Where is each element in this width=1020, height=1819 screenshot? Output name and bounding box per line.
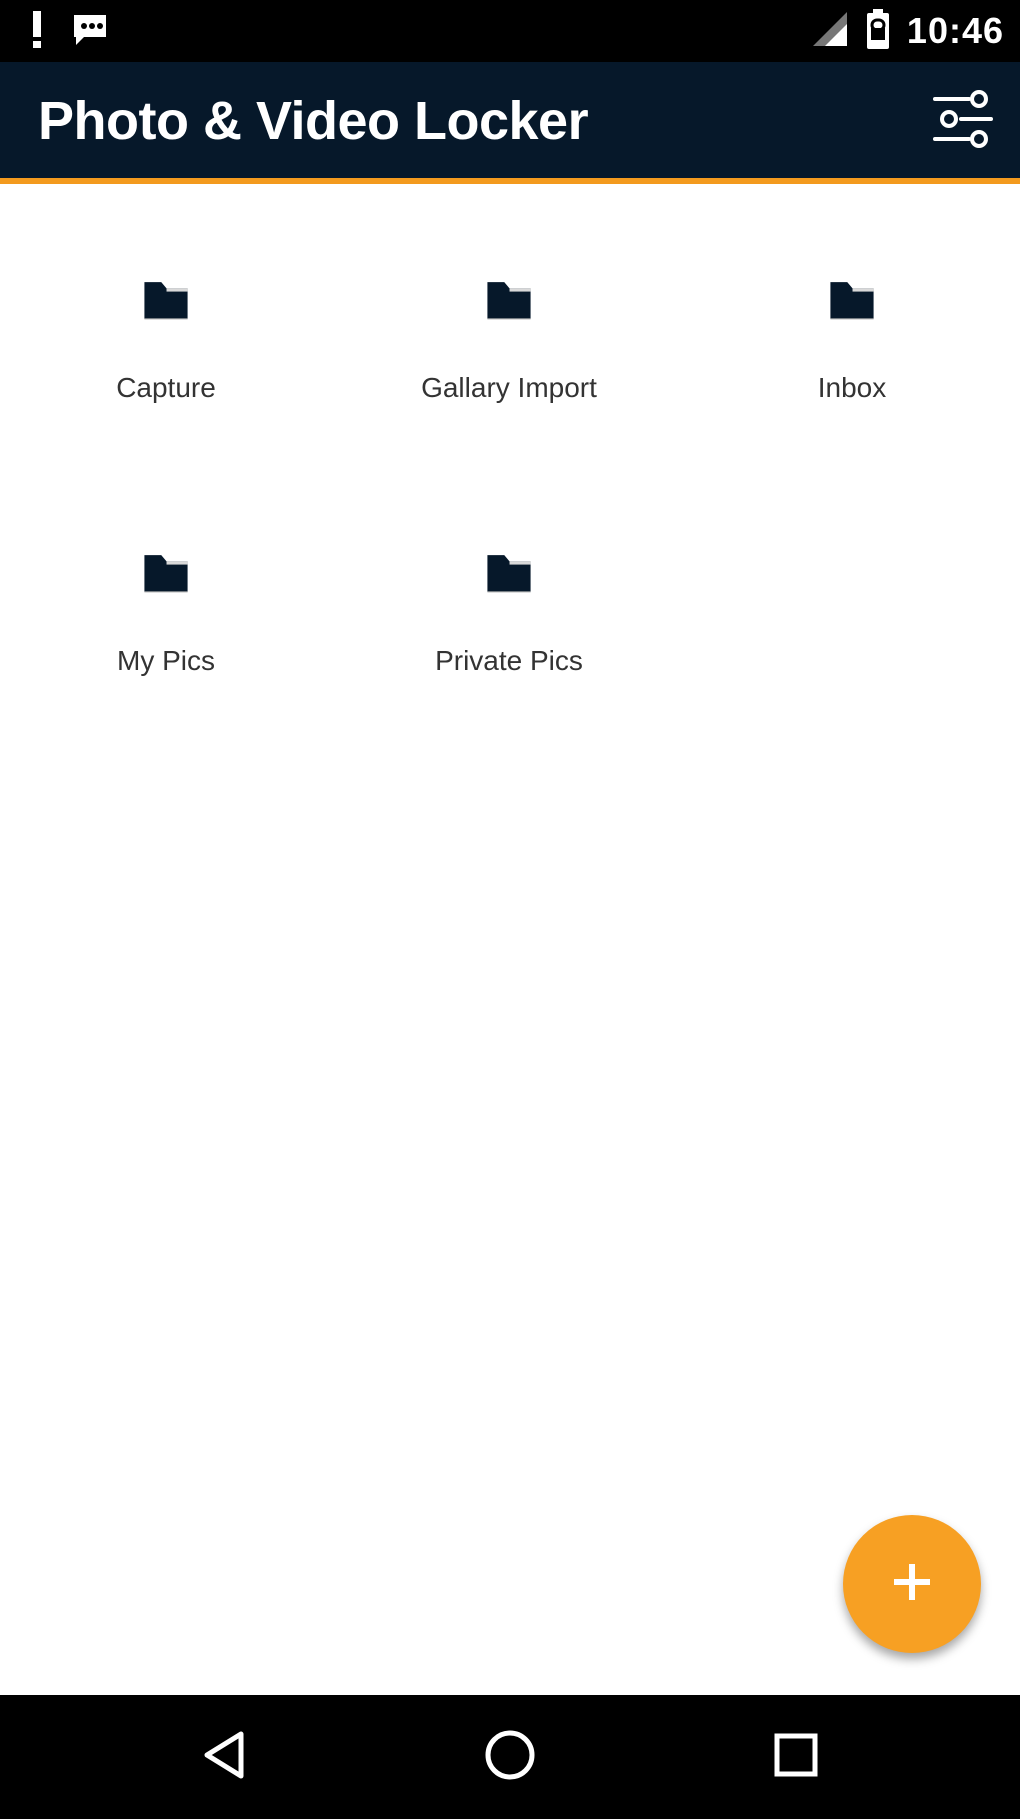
folder-my-pics[interactable]: My Pics [16, 457, 316, 677]
recents-button[interactable] [756, 1717, 836, 1797]
plus-icon [890, 1560, 934, 1609]
status-right-icons: 10:46 [811, 8, 1004, 54]
status-left-icons [30, 8, 110, 54]
folder-label: Gallary Import [421, 372, 597, 403]
chat-icon [70, 9, 110, 54]
folder-label: My Pics [117, 645, 215, 676]
folder-label: Private Pics [435, 645, 583, 676]
settings-button[interactable] [928, 86, 998, 156]
sliders-icon [931, 87, 995, 156]
folder-icon [487, 282, 531, 320]
screen: 10:46 Photo & Video Locker Capture Galla… [0, 0, 1020, 1819]
back-button[interactable] [184, 1717, 264, 1797]
app-bar: Photo & Video Locker [0, 62, 1020, 184]
status-bar: 10:46 [0, 0, 1020, 62]
back-icon [197, 1728, 251, 1787]
folder-icon [144, 282, 188, 320]
nav-bar [0, 1695, 1020, 1819]
home-icon [482, 1727, 538, 1788]
app-title: Photo & Video Locker [38, 91, 589, 151]
folder-icon [830, 282, 874, 320]
signal-icon [811, 10, 849, 53]
alert-icon [30, 9, 44, 54]
folder-icon [487, 555, 531, 593]
folder-icon [144, 555, 188, 593]
folder-capture[interactable]: Capture [16, 184, 316, 404]
folder-gallary-import[interactable]: Gallary Import [359, 184, 659, 404]
home-button[interactable] [470, 1717, 550, 1797]
status-time: 10:46 [906, 10, 1004, 51]
add-folder-button[interactable] [843, 1515, 981, 1653]
folder-label: Inbox [817, 372, 887, 403]
battery-icon [865, 8, 891, 55]
folder-label: Capture [116, 372, 216, 403]
folder-inbox[interactable]: Inbox [702, 184, 1002, 404]
folder-private-pics[interactable]: Private Pics [359, 457, 659, 677]
recents-icon [771, 1730, 821, 1785]
